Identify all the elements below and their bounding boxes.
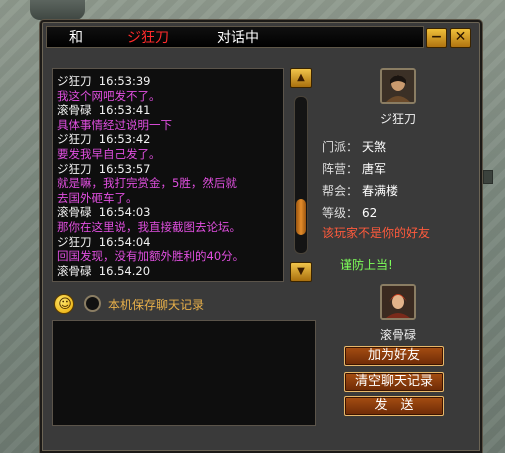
message-input[interactable]: [52, 320, 316, 426]
info-value: 62: [362, 206, 378, 220]
info-label: 帮会：: [322, 184, 359, 198]
info-value: 唐军: [362, 162, 387, 176]
message-header: 滚骨碌 16.54.20: [57, 264, 279, 279]
message-sender: ジ狂刀: [57, 161, 92, 176]
message-time: 16:53:39: [91, 74, 151, 88]
message-header: ジ狂刀 16:54:04: [57, 235, 279, 250]
scroll-thumb[interactable]: [296, 199, 306, 235]
message-time: 16.54.20: [91, 263, 151, 278]
message-time: 16:54:03: [91, 205, 151, 220]
title-prefix: 和: [69, 30, 83, 46]
info-faction: 门派： 天煞: [322, 138, 386, 155]
send-button[interactable]: 发 送: [344, 396, 444, 416]
title-bar[interactable]: 和 ジ狂刀 对话中: [46, 26, 424, 48]
message-header: ジ狂刀 16:53:57: [57, 162, 279, 177]
info-label: 门派：: [322, 140, 359, 154]
message-text: 去国外砸车了。: [57, 190, 138, 205]
message-header: ジ狂刀 16:53:42: [57, 132, 279, 147]
message-text: 具体事情经过说明一下: [57, 117, 172, 132]
message-sender: ジ狂刀: [57, 74, 92, 88]
clear-history-button[interactable]: 清空聊天记录: [344, 372, 444, 392]
message-text: 就是嘛，我打完赏金，5胜，然后就: [57, 176, 237, 191]
title-contact-name: ジ狂刀: [127, 30, 169, 46]
message-header: 滚骨碌 16:54:03: [57, 205, 279, 220]
message-sender: 滚骨碌: [57, 103, 92, 118]
chat-scrollbar[interactable]: ▲ ▼: [290, 68, 312, 282]
chat-history[interactable]: ジ狂刀 16:53:39 我这个网吧发不了。 滚骨碌 16:53:41 具体事情经过说…: [52, 68, 284, 282]
background-ornament: [30, 0, 85, 20]
target-profile: ジ狂刀 门派： 天煞 阵营： 唐军 帮会： 春满楼 等级： 62 该玩家不是你的好友 谨…: [320, 68, 478, 288]
save-history-label: 本机保存聊天记录: [108, 298, 205, 312]
message-header: 滚骨碌 16:53:41: [57, 103, 279, 118]
scroll-rail[interactable]: [294, 96, 308, 254]
self-name: 滚骨碌: [379, 328, 416, 342]
message-time: 16:54:04: [91, 234, 151, 249]
info-value: 春满楼: [362, 184, 399, 198]
message-sender: ジ狂刀: [57, 132, 92, 147]
message-sender: 滚骨碌: [57, 205, 92, 220]
info-value: 天煞: [362, 140, 387, 154]
chat-dialog: 和 ジ狂刀 对话中 − ✕ ジ狂刀 16:53:39 我这个网吧发不了。 滚骨碌 1…: [40, 20, 482, 453]
info-label: 等级：: [322, 206, 359, 220]
close-button[interactable]: ✕: [450, 28, 471, 48]
info-level: 等级： 62: [322, 204, 377, 221]
add-friend-button[interactable]: 加为好友: [344, 346, 444, 366]
self-profile: 滚骨碌: [320, 284, 478, 344]
target-avatar[interactable]: [380, 68, 416, 104]
self-avatar[interactable]: [380, 284, 416, 320]
scroll-up-icon[interactable]: ▲: [290, 68, 312, 88]
message-time: 16:53:57: [91, 161, 151, 176]
scroll-down-icon[interactable]: ▼: [290, 262, 312, 282]
message-time: 16:53:42: [91, 132, 151, 147]
message-sender: 滚骨碌: [57, 263, 92, 278]
save-history-radio[interactable]: [84, 295, 101, 312]
message-sender: ジ狂刀: [57, 234, 92, 249]
target-name: ジ狂刀: [379, 112, 416, 126]
emoji-icon[interactable]: ☺: [54, 294, 74, 314]
message-time: 16:53:41: [91, 103, 151, 118]
message-header: ジ狂刀 16:53:39: [57, 74, 279, 89]
message-text: 我这个网吧发不了。: [57, 88, 161, 103]
title-status: 对话中: [217, 30, 259, 46]
message-text: 要发我早自己发了。: [57, 146, 161, 161]
info-guild: 帮会： 春满楼: [322, 182, 398, 199]
message-text: 回国发现，没有加额外胜利的40分。: [57, 249, 245, 264]
info-camp: 阵营： 唐军: [322, 160, 386, 177]
fraud-warning: 谨防上当!: [340, 258, 393, 272]
minimize-button[interactable]: −: [426, 28, 447, 48]
info-label: 阵营：: [322, 162, 359, 176]
not-friend-warning: 该玩家不是你的好友: [322, 226, 431, 240]
side-handle: [483, 170, 493, 184]
message-text: 那你在这里说，我直接截图去论坛。: [57, 219, 241, 234]
